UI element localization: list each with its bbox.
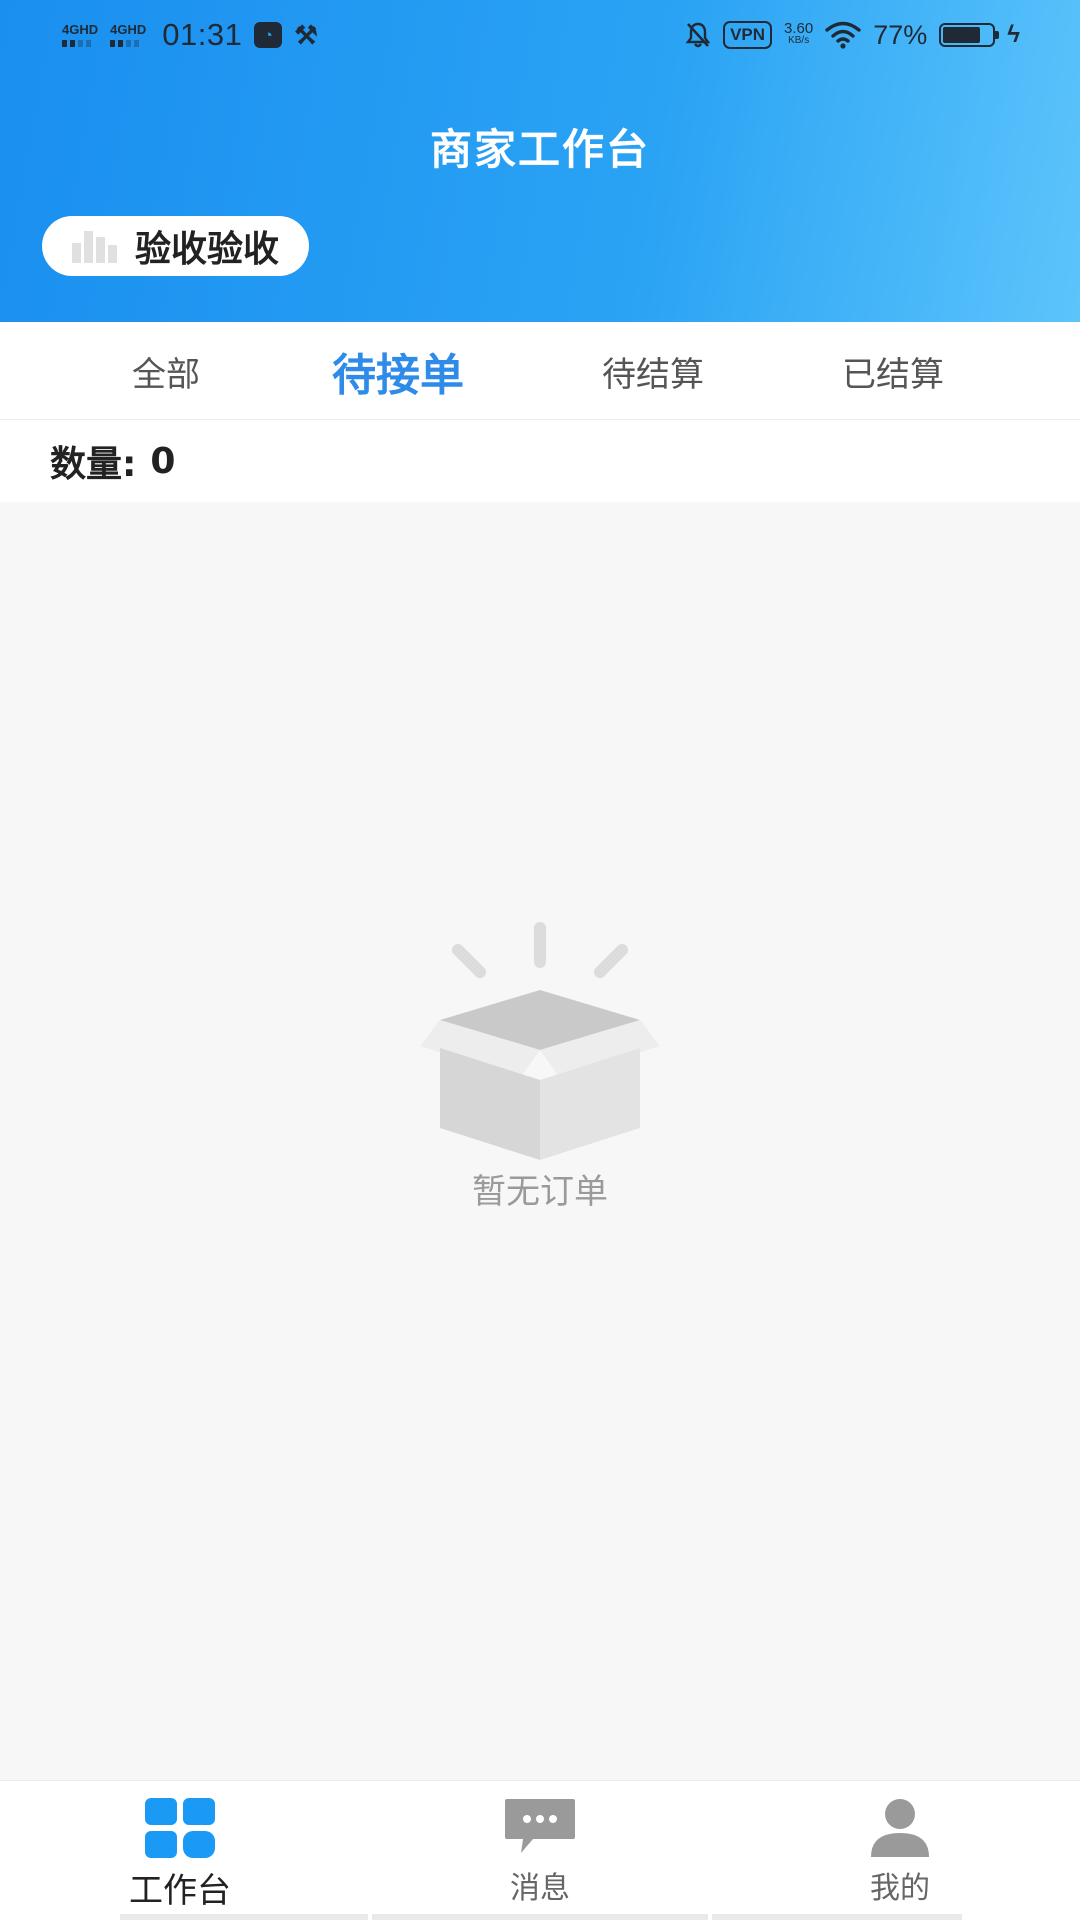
tab-pending-settlement[interactable]: 待结算 [602,322,704,420]
tools-icon: ⚒ [294,19,318,50]
page-title: 商家工作台 [429,125,650,174]
battery-icon [939,23,1000,47]
tab-pending-accept[interactable]: 待接单 [332,322,464,420]
nav-indicator-3 [712,1914,962,1920]
status-time: 01:31 [162,17,243,52]
signal-1-icon: 4GHD [62,23,98,47]
nav-workbench[interactable]: 工作台 [80,1797,280,1912]
empty-state-text: 暂无订单 [472,1172,608,1212]
nav-profile-label: 我的 [870,1871,930,1906]
network-speed: 3.60 KB/s [784,20,814,46]
battery-fill [943,27,981,43]
tab-settled[interactable]: 已结算 [842,322,944,420]
order-status-tabs: 全部 待接单 待结算 已结算 [0,322,1080,420]
order-count-value: 0 [150,440,176,482]
wifi-icon [825,21,861,49]
user-profile-icon [871,1799,929,1857]
message-bubble-icon [505,1799,575,1853]
nav-profile[interactable]: 我的 [800,1797,1000,1907]
mute-bell-icon [685,22,711,48]
battery-percent: 77% [873,19,928,50]
vpn-badge: VPN [723,21,773,49]
app-notification-icon: ◔ [254,22,283,48]
nav-messages[interactable]: 消息 [440,1797,640,1907]
shop-building-icon [72,229,117,263]
nav-indicator-1 [120,1914,368,1920]
signal-2-icon: 4GHD [110,23,146,47]
status-right: VPN 3.60 KB/s 77% ϟ [685,14,1020,56]
shop-name: 验收验收 [135,229,280,270]
dashboard-grid-icon [145,1798,215,1858]
nav-messages-label: 消息 [510,1871,570,1906]
bottom-navigation: 工作台 消息 我的 [0,1780,1080,1920]
shop-selector[interactable]: 验收验收 [42,216,310,276]
order-count-label: 数量: [50,444,137,485]
nav-indicator-2 [372,1914,708,1920]
status-left: 4GHD 4GHD 01:31 ◔ ⚒ [62,14,318,56]
nav-workbench-label: 工作台 [129,1871,231,1911]
merchant-workbench-screen: 4GHD 4GHD 01:31 ◔ ⚒ VPN 3.60 KB/s 77% ϟ … [0,0,1080,1920]
charging-icon: ϟ [1007,21,1020,48]
tab-all[interactable]: 全部 [132,322,200,420]
status-bar: 4GHD 4GHD 01:31 ◔ ⚒ VPN 3.60 KB/s 77% ϟ [0,10,1080,60]
header: 4GHD 4GHD 01:31 ◔ ⚒ VPN 3.60 KB/s 77% ϟ … [0,0,1080,322]
order-count: 数量: 0 [0,420,1080,502]
